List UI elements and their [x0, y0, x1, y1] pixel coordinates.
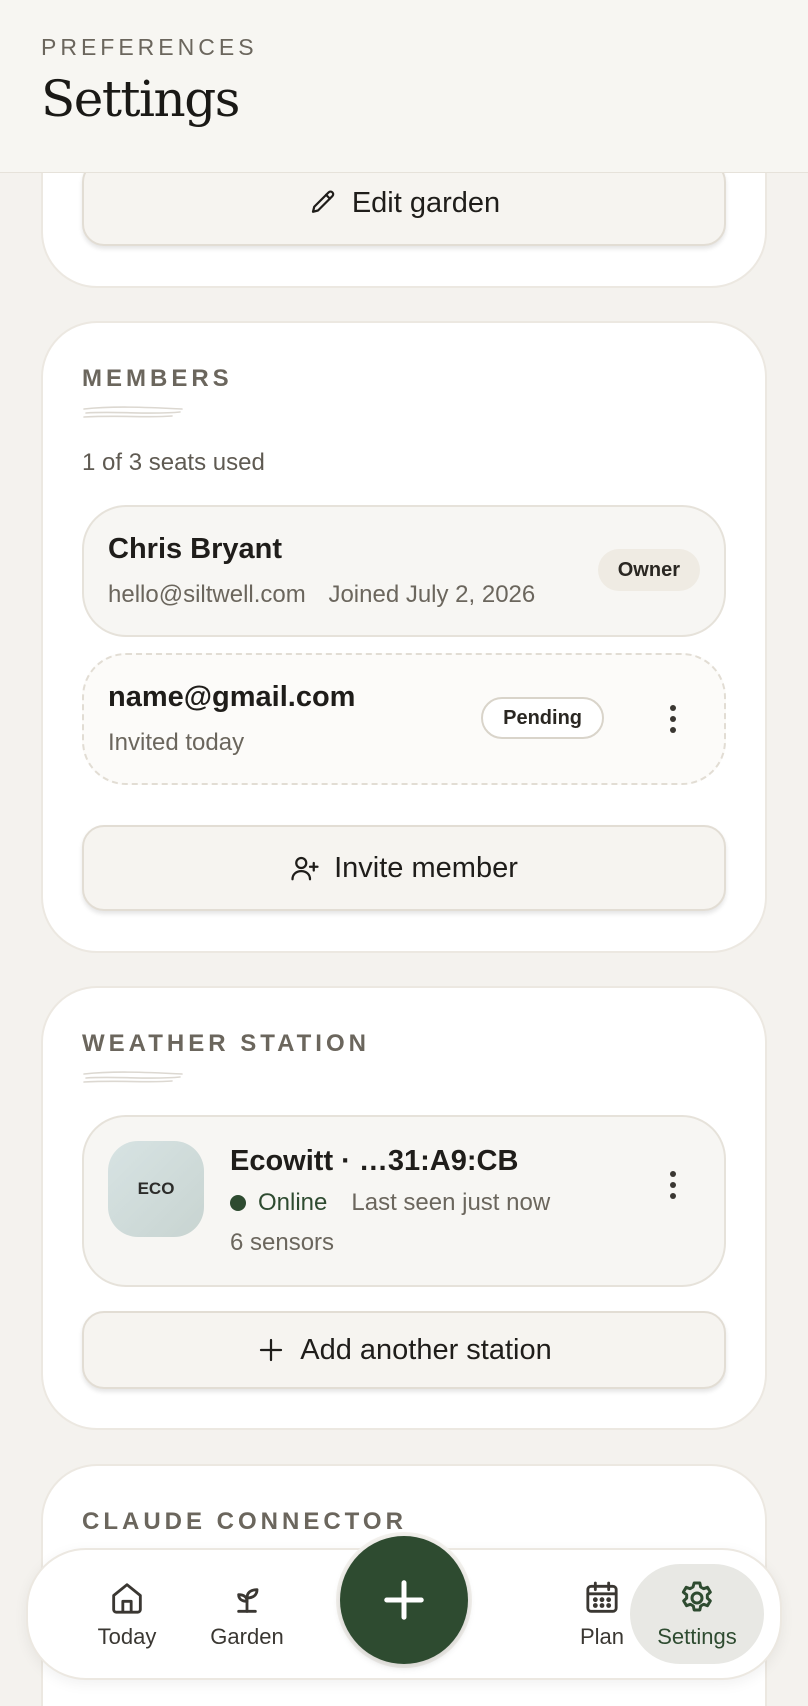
home-icon — [112, 1583, 142, 1614]
edit-garden-label: Edit garden — [351, 186, 501, 219]
pencil-icon — [311, 190, 335, 213]
nav-garden-label: Garden — [210, 1624, 284, 1649]
claude-section-label: CLAUDE CONNECTOR — [82, 1508, 407, 1535]
gear-icon — [681, 1581, 712, 1612]
member-row-pending[interactable]: name@gmail.com Invited today Pending — [82, 653, 726, 785]
weather-section-label: WEATHER STATION — [82, 1030, 370, 1057]
pending-more-button[interactable] — [658, 699, 688, 739]
station-name: Ecowitt · …31:A9:CB — [230, 1145, 519, 1177]
add-station-button[interactable]: Add another station — [82, 1311, 726, 1389]
member-row-owner[interactable]: Chris Bryant hello@siltwell.com Joined J… — [82, 505, 726, 637]
page-title: Settings — [41, 70, 240, 128]
scribble-divider — [83, 1071, 183, 1083]
member-name: Chris Bryant — [108, 533, 283, 565]
nav-garden[interactable]: Garden — [187, 1550, 307, 1678]
station-logo: ECO — [108, 1141, 204, 1237]
scribble-divider — [83, 406, 183, 418]
pending-invited: Invited today — [108, 729, 245, 756]
sprout-icon — [237, 1588, 259, 1613]
calendar-icon — [586, 1581, 618, 1613]
page-header: PREFERENCES Settings — [0, 0, 808, 173]
add-fab-button[interactable] — [336, 1532, 472, 1668]
station-row[interactable]: ECO Ecowitt · …31:A9:CB Online Last seen… — [82, 1115, 726, 1287]
kebab-icon — [670, 705, 676, 733]
online-dot-icon — [230, 1195, 246, 1211]
page-eyebrow: PREFERENCES — [41, 34, 258, 60]
add-station-label: Add another station — [300, 1333, 552, 1366]
weather-station-card: WEATHER STATION ECO Ecowitt · …31:A9:CB … — [41, 986, 767, 1430]
pending-badge: Pending — [481, 697, 604, 739]
pending-email: name@gmail.com — [108, 681, 356, 713]
nav-settings-label: Settings — [657, 1624, 737, 1649]
member-joined: Joined July 2, 2026 — [328, 581, 536, 608]
nav-settings[interactable]: Settings — [630, 1564, 764, 1664]
settings-screen: Edit garden MEMBERS 1 of 3 seats used Ch… — [0, 0, 808, 1706]
owner-badge: Owner — [597, 549, 700, 591]
station-sensors: 6 sensors — [230, 1229, 335, 1256]
nav-plan-label: Plan — [579, 1624, 625, 1649]
station-last-seen: Last seen just now — [351, 1189, 551, 1216]
member-details: hello@siltwell.com Joined July 2, 2026 — [108, 581, 535, 609]
seats-used: 1 of 3 seats used — [82, 449, 265, 476]
user-plus-icon — [291, 856, 319, 881]
add-fab-circle — [340, 1536, 468, 1664]
nav-today[interactable]: Today — [67, 1550, 187, 1678]
kebab-icon — [670, 1171, 676, 1199]
invite-member-label: Invite member — [334, 851, 518, 884]
plus-icon — [384, 1580, 424, 1620]
station-more-button[interactable] — [658, 1165, 688, 1205]
invite-member-button[interactable]: Invite member — [82, 825, 726, 911]
members-section-label: MEMBERS — [82, 365, 233, 392]
nav-today-label: Today — [97, 1624, 157, 1649]
member-email: hello@siltwell.com — [108, 581, 306, 608]
station-status: Online Last seen just now — [230, 1189, 550, 1217]
station-online: Online — [258, 1189, 328, 1216]
plus-icon — [260, 1338, 283, 1362]
members-card: MEMBERS 1 of 3 seats used Chris Bryant h… — [41, 321, 767, 953]
